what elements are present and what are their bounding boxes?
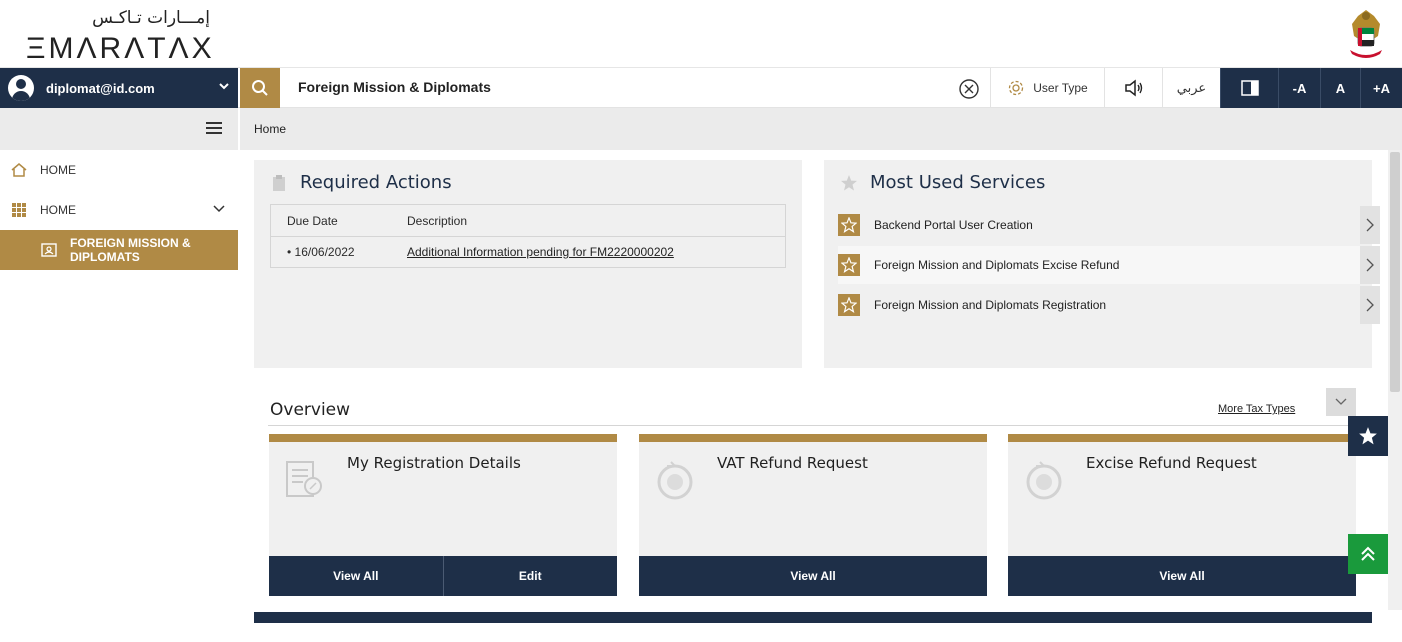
service-item[interactable]: Foreign Mission and Diplomats Excise Ref…	[838, 246, 1380, 284]
due-date-cell: • 16/06/2022	[287, 245, 355, 259]
contrast-icon	[1240, 80, 1259, 96]
column-header-due-date: Due Date	[287, 213, 338, 228]
card-title: Excise Refund Request	[1086, 454, 1257, 472]
font-normal-button[interactable]: A	[1320, 68, 1360, 108]
overview-divider	[268, 425, 1356, 426]
sidebar-item-label: FOREIGN MISSION & DIPLOMATS	[70, 236, 191, 264]
emaratax-logo[interactable]: إمـــارات تـاكـس ΞMΛRΛTΛX	[26, 8, 216, 65]
star-icon	[1359, 427, 1377, 445]
edit-button[interactable]: Edit	[442, 556, 617, 596]
service-label: Foreign Mission and Diplomats Excise Ref…	[874, 258, 1120, 272]
sidebar-item-home[interactable]: HOME	[0, 150, 238, 190]
grid-icon	[12, 203, 26, 217]
speaker-icon	[1124, 79, 1142, 97]
chevron-right-icon[interactable]	[1360, 286, 1380, 324]
search-button[interactable]	[240, 68, 280, 108]
most-used-services-panel: Most Used Services Backend Portal User C…	[824, 160, 1380, 368]
table-row: • 16/06/2022 Additional Information pend…	[271, 236, 785, 267]
user-email: diplomat@id.com	[46, 80, 155, 96]
document-percent-icon	[286, 461, 322, 497]
column-header-description: Description	[407, 213, 468, 228]
sidebar-item-label: HOME	[40, 163, 76, 177]
required-actions-title: Required Actions	[270, 172, 452, 193]
most-used-services-title-text: Most Used Services	[870, 172, 1046, 193]
star-icon	[841, 174, 857, 190]
sidebar-item-foreign-mission[interactable]: FOREIGN MISSION & DIPLOMATS	[0, 230, 238, 270]
double-chevron-up-icon	[1361, 546, 1375, 561]
more-tax-types-toggle[interactable]	[1326, 388, 1356, 416]
scroll-to-top-button[interactable]	[1348, 534, 1388, 574]
font-decrease-button[interactable]: -A	[1278, 68, 1320, 108]
font-increase-label: +A	[1373, 80, 1390, 96]
breadcrumb-home[interactable]: Home	[254, 122, 286, 136]
card-title: My Registration Details	[347, 454, 521, 472]
breadcrumb: Home	[240, 108, 1402, 150]
toolbar: diplomat@id.com Foreign Mission & Diplom…	[0, 68, 1402, 108]
gear-icon	[1009, 80, 1024, 96]
service-item[interactable]: Backend Portal User Creation	[838, 206, 1380, 244]
view-all-button[interactable]: View All	[639, 556, 987, 596]
font-increase-button[interactable]: +A	[1360, 68, 1402, 108]
arabic-label: عربي	[1176, 80, 1207, 95]
search-input[interactable]: Foreign Mission & Diplomats	[298, 79, 491, 95]
service-item[interactable]: Foreign Mission and Diplomats Registrati…	[838, 286, 1380, 324]
overview-title: Overview	[270, 400, 351, 420]
star-icon	[838, 214, 860, 236]
uae-emblem-icon	[1344, 6, 1388, 62]
language-toggle[interactable]: عربي	[1162, 68, 1220, 108]
view-all-button[interactable]: View All	[1008, 556, 1356, 596]
user-menu[interactable]: diplomat@id.com	[0, 68, 238, 108]
search-icon	[252, 80, 268, 96]
more-tax-types-link[interactable]: More Tax Types	[1218, 403, 1295, 415]
star-icon	[838, 294, 860, 316]
home-icon	[11, 163, 27, 177]
chevron-down-icon	[1335, 398, 1347, 405]
user-avatar-icon	[8, 75, 34, 101]
user-type-button[interactable]: User Type	[990, 68, 1104, 108]
clipboard-icon	[273, 174, 285, 191]
sidebar: HOME HOME FOREIGN MISSION & DIPLOMATS	[0, 108, 238, 642]
service-label: Foreign Mission and Diplomats Registrati…	[874, 298, 1107, 312]
logo-arabic-text: إمـــارات تـاكـس	[92, 8, 210, 28]
excise-refund-card: Excise Refund Request View All	[1008, 434, 1356, 596]
chevron-down-icon[interactable]	[212, 203, 226, 218]
font-normal-label: A	[1335, 80, 1346, 96]
footer-bar	[254, 612, 1372, 623]
required-actions-title-text: Required Actions	[300, 172, 452, 193]
table-header-row: Due Date Description	[271, 205, 785, 236]
star-icon	[838, 254, 860, 276]
required-actions-table: Due Date Description • 16/06/2022 Additi…	[270, 204, 786, 268]
hamburger-menu-icon[interactable]	[206, 122, 222, 134]
chevron-down-icon[interactable]	[218, 80, 230, 95]
view-all-button[interactable]: View All	[269, 556, 443, 596]
id-card-icon	[41, 243, 57, 257]
card-title: VAT Refund Request	[717, 454, 868, 472]
chevron-right-icon[interactable]	[1360, 206, 1380, 244]
most-used-services-title: Most Used Services	[840, 172, 1045, 193]
logo-english-text: ΞMΛRΛTΛX	[26, 32, 215, 65]
sidebar-header	[0, 108, 238, 150]
top-header: إمـــارات تـاكـس ΞMΛRΛTΛX	[0, 0, 1402, 68]
audio-button[interactable]	[1104, 68, 1162, 108]
chevron-right-icon[interactable]	[1360, 246, 1380, 284]
contrast-toggle[interactable]	[1220, 68, 1278, 108]
service-label: Backend Portal User Creation	[874, 218, 1033, 232]
font-decrease-label: -A	[1292, 80, 1307, 96]
favorites-button[interactable]	[1348, 416, 1388, 456]
sidebar-item-label: HOME	[40, 203, 76, 217]
user-type-label: User Type	[1033, 81, 1088, 95]
sidebar-item-home-expandable[interactable]: HOME	[0, 190, 238, 230]
clear-search-icon[interactable]	[958, 78, 980, 100]
scrollbar-thumb[interactable]	[1390, 152, 1400, 392]
required-actions-panel: Required Actions Due Date Description • …	[254, 160, 802, 368]
refund-icon	[1026, 461, 1062, 500]
registration-details-card: My Registration Details View All Edit	[269, 434, 617, 596]
refund-icon	[657, 461, 693, 500]
action-link[interactable]: Additional Information pending for FM222…	[407, 245, 674, 259]
vat-refund-card: VAT Refund Request View All	[639, 434, 987, 596]
